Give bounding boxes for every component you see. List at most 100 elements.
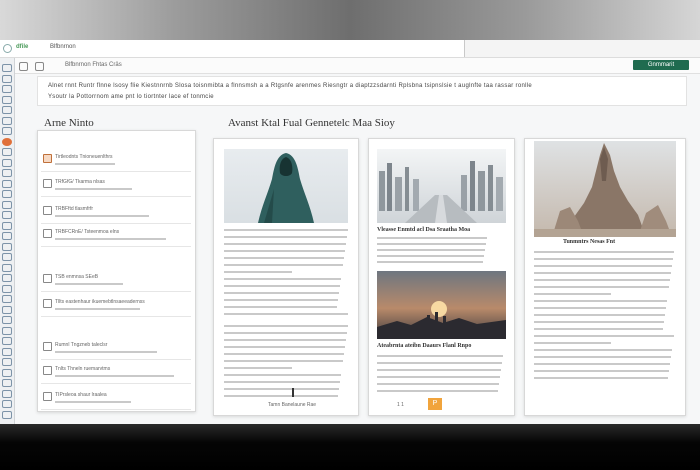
- paragraph-line: [224, 353, 344, 355]
- paragraph-line: [377, 369, 501, 371]
- sidebar-tool-icon[interactable]: [2, 400, 12, 408]
- sidebar-tool-icon[interactable]: [2, 232, 12, 240]
- doc3-caption: Tunmntrs Nesas Fnt: [563, 239, 616, 245]
- list-item-label: TRBFftd tlasmfrfr: [55, 206, 94, 212]
- list-item[interactable]: Tirtleodnts Tnioneuenlthrs: [41, 151, 191, 172]
- document-card-1[interactable]: Tamn Banelaune Rae: [213, 138, 359, 416]
- sidebar-tool-icon[interactable]: [2, 358, 12, 366]
- paragraph-line: [534, 370, 669, 372]
- paragraph-line: [377, 249, 485, 251]
- sidebar-tool-icon[interactable]: [2, 95, 12, 104]
- text-line: [55, 308, 140, 310]
- paragraph-line: [534, 328, 663, 330]
- sidebar-tool-icon[interactable]: [2, 85, 12, 93]
- list-item[interactable]: TRBFCRnE/ Tsteenmoa elns: [41, 226, 191, 247]
- paragraph-line: [534, 349, 672, 351]
- paragraph-line: [534, 251, 674, 253]
- menu-icon[interactable]: [19, 62, 28, 71]
- paragraph-line: [377, 383, 499, 385]
- sidebar-tool-icon[interactable]: [2, 211, 12, 219]
- list-item[interactable]: TRBFftd tlasmfrfr: [41, 203, 191, 224]
- sidebar-tool-icon[interactable]: [2, 200, 12, 209]
- sidebar-tool-icon[interactable]: [2, 158, 12, 167]
- sidebar-tool-icon[interactable]: [2, 274, 12, 282]
- list-item[interactable]: Tllts eastenhaur ikuemebtlnsaeeadernss: [41, 296, 191, 317]
- sunset-image: [377, 271, 506, 339]
- document-card-3[interactable]: Tunmntrs Nesas Fnt: [524, 138, 686, 416]
- toolbar-text: Blfbnrnon Fhtas Cräs: [65, 62, 122, 68]
- sidebar-tool-icon[interactable]: [2, 74, 12, 83]
- paragraph-line: [224, 346, 345, 348]
- monitor-bezel-top: [0, 0, 700, 40]
- list-item[interactable]: TRfGfG/ Tkarma nlsas: [41, 176, 191, 197]
- sidebar-tool-icon[interactable]: [2, 316, 12, 324]
- paragraph-line: [377, 237, 487, 239]
- list-item-label: Rumnl Tngzneb taleclsr: [55, 342, 108, 348]
- sidebar-tool-icon[interactable]: [2, 116, 12, 125]
- paragraph-line: [534, 272, 671, 274]
- sidebar-tool-icon[interactable]: [2, 242, 12, 251]
- page-badge[interactable]: P: [428, 398, 442, 410]
- sidebar-tool-icon[interactable]: [2, 137, 12, 146]
- paragraph-line: [377, 243, 486, 245]
- paragraph-line: [534, 377, 668, 379]
- app-toolbar: Blfbnrnon Fhtas Cräs: [15, 58, 700, 74]
- sidebar-tool-icon[interactable]: [2, 169, 12, 177]
- paragraph-line: [534, 265, 672, 267]
- sidebar-tool-icon[interactable]: [2, 284, 12, 293]
- sidebar-tool-icon[interactable]: [2, 179, 12, 188]
- item-list-panel: Tirtleodnts Tnioneuenlthrs TRfGfG/ Tkarma…: [37, 130, 196, 412]
- left-icon-sidebar: [0, 58, 15, 426]
- sidebar-tool-icon[interactable]: [2, 263, 12, 272]
- document-card-2[interactable]: Vleasse Enmtd acl Dsa Sraatha Moa Ateabr…: [368, 138, 515, 416]
- list-item-icon: [43, 342, 52, 351]
- sidebar-tool-icon[interactable]: [2, 326, 12, 335]
- browser-tab[interactable]: dfile Blfbnrnon: [0, 40, 465, 57]
- tab-app-name: dfile: [16, 44, 29, 50]
- sidebar-tool-icon[interactable]: [2, 347, 12, 356]
- list-item[interactable]: TSB enmnsa SEeB: [41, 271, 191, 292]
- paragraph-line: [534, 286, 669, 288]
- text-line: [55, 238, 166, 240]
- paragraph-line: [224, 325, 348, 327]
- sidebar-tool-icon[interactable]: [2, 295, 12, 303]
- paragraph-line: [534, 335, 674, 337]
- sidebar-tool-icon[interactable]: [2, 253, 12, 261]
- sidebar-tool-icon[interactable]: [2, 127, 12, 135]
- list-item[interactable]: TIPrsleoa shaur lraalea: [41, 389, 191, 410]
- paragraph-line: [534, 314, 665, 316]
- paragraph-line: [224, 285, 340, 287]
- sidebar-tool-icon[interactable]: [2, 64, 12, 72]
- sidebar-tool-icon[interactable]: [2, 368, 12, 377]
- list-item-icon: [43, 392, 52, 401]
- paragraph-line: [224, 388, 339, 390]
- list-item-icon: [43, 229, 52, 238]
- list-item[interactable]: Tnlts Thneln ruemarvtms: [41, 363, 191, 384]
- paragraph-line: [224, 271, 293, 273]
- sidebar-tool-icon[interactable]: [2, 221, 12, 230]
- sidebar-tool-icon[interactable]: [2, 148, 12, 156]
- paragraph-line: [377, 261, 483, 263]
- paragraph-line: [224, 299, 338, 301]
- list-item[interactable]: Rumnl Tngzneb taleclsr: [41, 339, 191, 360]
- paragraph-line: [534, 342, 611, 344]
- app-favicon-icon: [3, 44, 12, 53]
- back-icon[interactable]: [35, 62, 44, 71]
- paragraph-line: [377, 362, 502, 364]
- sidebar-tool-icon[interactable]: [2, 106, 12, 114]
- sidebar-tool-icon[interactable]: [2, 389, 12, 398]
- sidebar-tool-icon[interactable]: [2, 337, 12, 345]
- sidebar-tool-icon[interactable]: [2, 410, 12, 419]
- text-line: [55, 163, 115, 165]
- primary-action-button[interactable]: Gnmmarit: [633, 60, 689, 70]
- page-title: Avanst Ktal Fual Gennetelc Maa Sioy: [228, 117, 395, 129]
- sidebar-tool-icon[interactable]: [2, 305, 12, 314]
- hooded-figure-image: [224, 149, 348, 223]
- sidebar-tool-icon[interactable]: [2, 190, 12, 198]
- paragraph-line: [224, 278, 341, 280]
- paragraph-line: [534, 356, 671, 358]
- text-cursor-icon: [292, 388, 299, 397]
- sidebar-tool-icon[interactable]: [2, 379, 12, 387]
- banner-line-1: Alnet rnnt Runtr flnne lsosy flie Kiestn…: [48, 83, 533, 89]
- text-line: [55, 215, 149, 217]
